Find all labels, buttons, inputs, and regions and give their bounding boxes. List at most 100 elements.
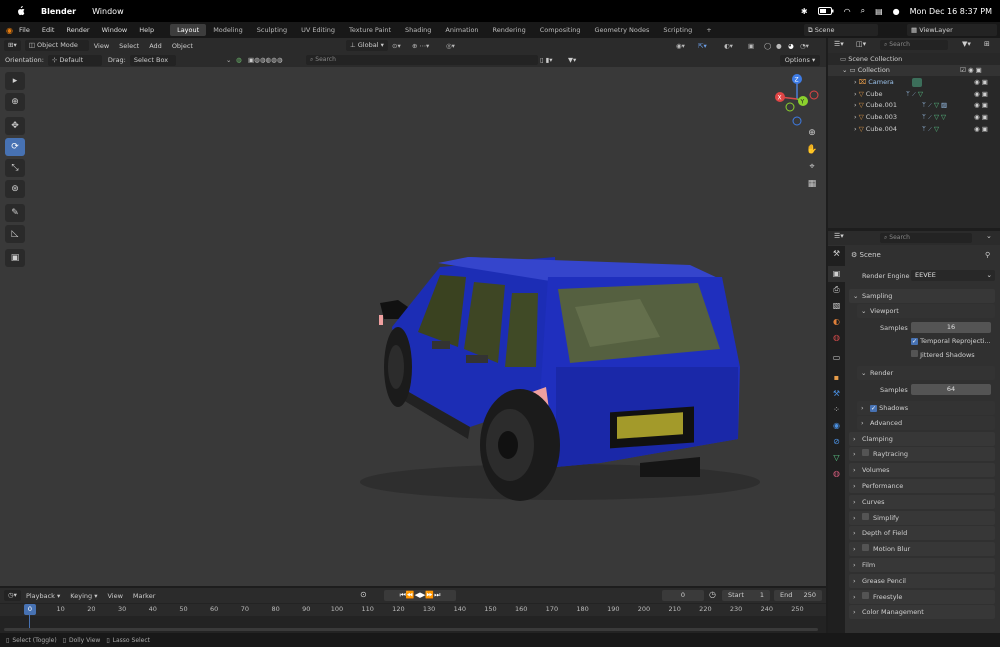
clock-icon[interactable]: ◷ [709, 590, 716, 599]
viewport-menu-add[interactable]: Add [144, 42, 167, 50]
selection-filter-icons[interactable]: ▣◍◍◍◍◍ [248, 56, 283, 64]
xray-icon[interactable]: ▣ [748, 42, 754, 50]
tab-compositing[interactable]: Compositing [533, 24, 588, 36]
constraints-tab-icon[interactable]: ⊘ [828, 434, 845, 450]
tab-modeling[interactable]: Modeling [206, 24, 250, 36]
material-tab-icon[interactable]: ◍ [828, 466, 845, 482]
bookmark-icon[interactable]: ▯ ▮▾ [540, 56, 552, 64]
ortho-grid-icon[interactable]: ▦ [805, 176, 819, 193]
timeline-menu-keying[interactable]: Keying ▾ [65, 592, 102, 600]
siri-icon[interactable]: ● [893, 7, 900, 16]
editor-type-button[interactable]: ⊞▾ [4, 40, 21, 51]
timeline-menu-playback[interactable]: Playback ▾ [21, 592, 65, 600]
app-name[interactable]: Blender [41, 7, 76, 16]
end-frame-field[interactable]: End 250 [774, 590, 822, 601]
tab-scripting[interactable]: Scripting [656, 24, 699, 36]
panel-simplify[interactable]: › Simplify [849, 511, 995, 525]
panel-film[interactable]: › Film [849, 558, 995, 572]
proportional-edit-icon[interactable]: ◎▾ [446, 42, 455, 50]
collapse-icon[interactable]: ⌄ [226, 56, 231, 64]
transform-tool[interactable]: ⊛ [5, 180, 25, 198]
drag-dropdown[interactable]: Select Box [129, 54, 176, 66]
panel-curves[interactable]: › Curves [849, 495, 995, 509]
advanced-subpanel[interactable]: › Advanced [857, 416, 995, 430]
properties-search-input[interactable]: ⌕ Search [880, 233, 972, 243]
panel-motion-blur[interactable]: › Motion Blur [849, 542, 995, 556]
jump-end-icon[interactable]: ⏭ [434, 591, 440, 599]
collection-controls[interactable]: ☑ ◉ ▣ [960, 65, 982, 76]
object-tab-icon[interactable]: ▪ [828, 370, 845, 386]
tool-tab-icon[interactable]: ⚒ [828, 246, 845, 262]
camera-visibility-icons[interactable]: ◉ ▣ [974, 77, 988, 88]
camera-view-icon[interactable]: ⌖ [805, 159, 819, 176]
next-keyframe-icon[interactable]: ⏩ [425, 591, 434, 599]
record-icon[interactable]: ⊙ [360, 590, 367, 599]
measure-tool[interactable]: ◺ [5, 225, 25, 243]
timeline-editor-icon[interactable]: ◷▾ [4, 590, 21, 601]
cube-004-visibility-icons[interactable]: ◉ ▣ [974, 124, 988, 135]
panel-raytracing[interactable]: › Raytracing [849, 447, 995, 461]
checkbox-unchecked-icon[interactable] [862, 544, 869, 551]
tab-rendering[interactable]: Rendering [486, 24, 533, 36]
timeline-ruler[interactable]: 0 10 20 30 40 50 60 70 80 90 100 110 120 130 140 150 160… [0, 604, 826, 616]
render-samples-field[interactable]: 64 [911, 384, 991, 395]
bluetooth-icon[interactable]: ✱ [801, 7, 808, 16]
collection-tab-icon[interactable]: ▭ [828, 350, 845, 366]
new-collection-icon[interactable]: ⊞ [984, 40, 990, 48]
navigation-gizmo[interactable]: Z X Y [772, 73, 822, 129]
options-dropdown[interactable]: Options ▾ [780, 54, 820, 66]
panel-freestyle[interactable]: › Freestyle [849, 590, 995, 604]
pan-hand-icon[interactable]: ✋ [805, 142, 819, 159]
panel-depth-of-field[interactable]: › Depth of Field [849, 526, 995, 540]
viewport-menu-select[interactable]: Select [114, 42, 144, 50]
control-center-icon[interactable]: ▤ [875, 7, 883, 16]
cube-001-visibility-icons[interactable]: ◉ ▣ [974, 100, 988, 111]
outliner-collection[interactable]: ⌄ ▭ Collection ☑ ◉ ▣ [828, 65, 1000, 76]
outliner-item-cube-003[interactable]: › ▽ Cube.003 ᛘ ⟋ ▽ ▽ ◉ ▣ [828, 112, 1000, 123]
tab-geometry-nodes[interactable]: Geometry Nodes [588, 24, 657, 36]
car-model[interactable] [0, 67, 826, 586]
panel-volumes[interactable]: › Volumes [849, 463, 995, 477]
transform-orientation-dropdown[interactable]: ⊥ Global ▾ [346, 40, 388, 51]
shading-rendered-icon[interactable]: ◔▾ [800, 42, 809, 50]
data-tab-icon[interactable]: ▽ [828, 450, 845, 466]
view-layer-tab-icon[interactable]: ▧ [828, 298, 845, 314]
world-tab-icon[interactable]: ◍ [828, 330, 845, 346]
tab-layout[interactable]: Layout [170, 24, 207, 36]
outliner-search-input[interactable]: ⌕ Search [880, 40, 948, 50]
particles-tab-icon[interactable]: ⁘ [828, 402, 845, 418]
shading-material-icon[interactable]: ◕ [788, 42, 794, 50]
outliner-item-cube-004[interactable]: › ▽ Cube.004 ᛘ ⟋ ▽ ◉ ▣ [828, 124, 1000, 135]
panel-clamping[interactable]: › Clamping [849, 432, 995, 446]
tab-animation[interactable]: Animation [438, 24, 485, 36]
apple-icon[interactable] [16, 6, 25, 16]
playhead[interactable]: 0 [24, 604, 36, 615]
outliner-editor-icon[interactable]: ☰▾ [834, 40, 844, 48]
wifi-icon[interactable]: ◠ [844, 7, 851, 16]
outliner-scene-collection[interactable]: ▭ Scene Collection [828, 54, 1000, 65]
view-layer-selector[interactable]: ▦ ViewLayer [907, 24, 997, 36]
sampling-panel[interactable]: ⌄ Sampling [849, 289, 995, 303]
viewport-menu-object[interactable]: Object [167, 42, 198, 50]
outliner-filter-icon[interactable]: ▼▾ [962, 40, 971, 48]
timeline-scrollbar[interactable] [4, 628, 818, 631]
cube-003-visibility-icons[interactable]: ◉ ▣ [974, 112, 988, 123]
panel-color-management[interactable]: › Color Management [849, 605, 995, 619]
modifier-tab-icon[interactable]: ⚒ [828, 386, 845, 402]
menu-help[interactable]: Help [133, 26, 160, 34]
object-mode-dropdown[interactable]: ◫ Object Mode [24, 40, 89, 51]
tab-sculpting[interactable]: Sculpting [250, 24, 294, 36]
cube-visibility-icons[interactable]: ◉ ▣ [974, 89, 988, 100]
scene-selector[interactable]: ⧉ Scene [804, 24, 878, 36]
physics-tab-icon[interactable]: ◉ [828, 418, 845, 434]
chevron-down-icon[interactable]: ⌄ [986, 232, 992, 240]
annotate-tool[interactable]: ✎ [5, 204, 25, 222]
outliner-item-cube-001[interactable]: › ▽ Cube.001 ᛘ ⟋ ▽ ▨ ◉ ▣ [828, 100, 1000, 111]
menu-window[interactable]: Window [96, 26, 134, 34]
start-frame-field[interactable]: Start 1 [722, 590, 770, 601]
timeline-menu-view[interactable]: View [102, 592, 127, 600]
viewport-menu-view[interactable]: View [89, 42, 114, 50]
viewport-subpanel[interactable]: ⌄ Viewport [857, 304, 995, 318]
scene-tab-icon[interactable]: ◐ [828, 314, 845, 330]
battery-icon[interactable] [817, 7, 834, 15]
